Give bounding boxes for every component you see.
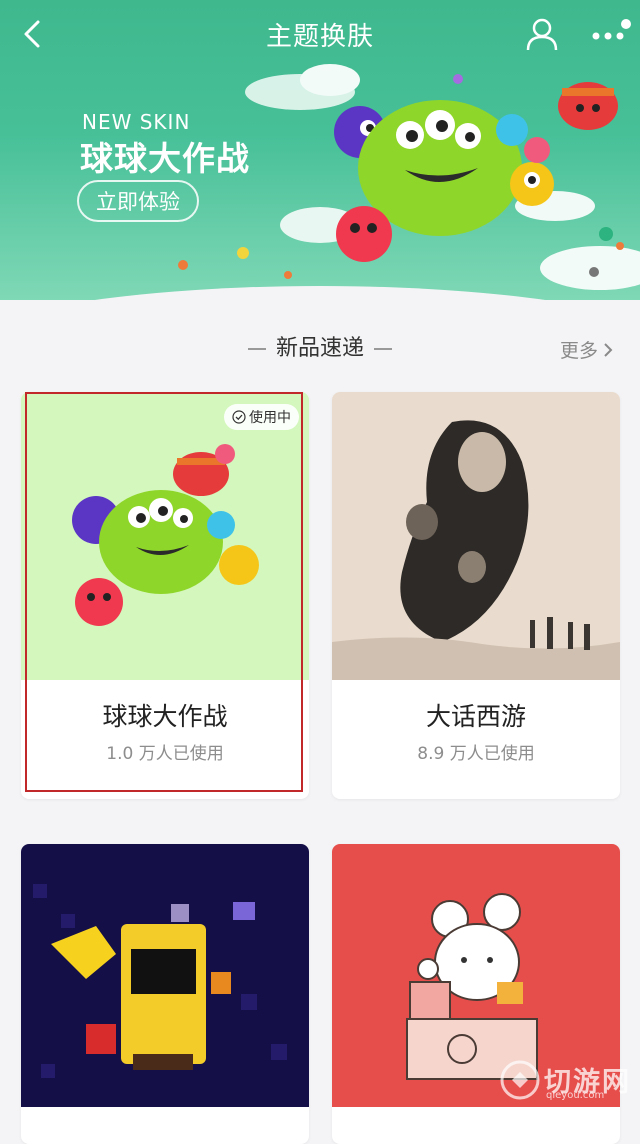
theme-card[interactable]: 大话西游 8.9 万人已使用	[332, 392, 620, 799]
chevron-right-icon	[604, 342, 613, 357]
section-header: 新品速递	[0, 330, 640, 362]
header-banner: 主题换肤 NEW SKIN 球球大作战 立即体验	[0, 0, 640, 300]
theme-thumbnail	[21, 392, 309, 680]
check-circle-icon	[232, 410, 246, 424]
banner-title: 球球大作战	[80, 139, 250, 178]
watermark-subtext: qieyou.com	[546, 1090, 605, 1101]
section-title: 新品速递	[275, 336, 364, 361]
theme-name: 大话西游	[425, 702, 526, 731]
usage-count: 1.0 万人已使用	[106, 744, 224, 764]
profile-button[interactable]	[524, 16, 560, 52]
more-options-button[interactable]	[588, 18, 632, 50]
more-link[interactable]: 更多	[560, 336, 614, 363]
divider	[374, 348, 392, 350]
theme-thumbnail	[21, 844, 309, 1107]
theme-card[interactable]	[21, 844, 309, 1144]
navbar: 主题换肤	[0, 0, 640, 68]
theme-thumbnail	[332, 392, 620, 680]
divider	[247, 348, 266, 350]
usage-count: 8.9 万人已使用	[417, 744, 535, 764]
theme-card[interactable]: 使用中 球球大作战 1.0 万人已使用	[21, 392, 309, 799]
in-use-badge: 使用中	[224, 404, 299, 430]
try-now-button[interactable]: 立即体验	[77, 180, 199, 222]
banner-subtitle: NEW SKIN	[82, 110, 191, 134]
user-icon	[526, 18, 558, 51]
more-dots-icon	[592, 19, 631, 40]
theme-name: 球球大作战	[102, 702, 228, 731]
badge-label: 使用中	[249, 410, 291, 426]
more-label: 更多	[560, 340, 599, 362]
